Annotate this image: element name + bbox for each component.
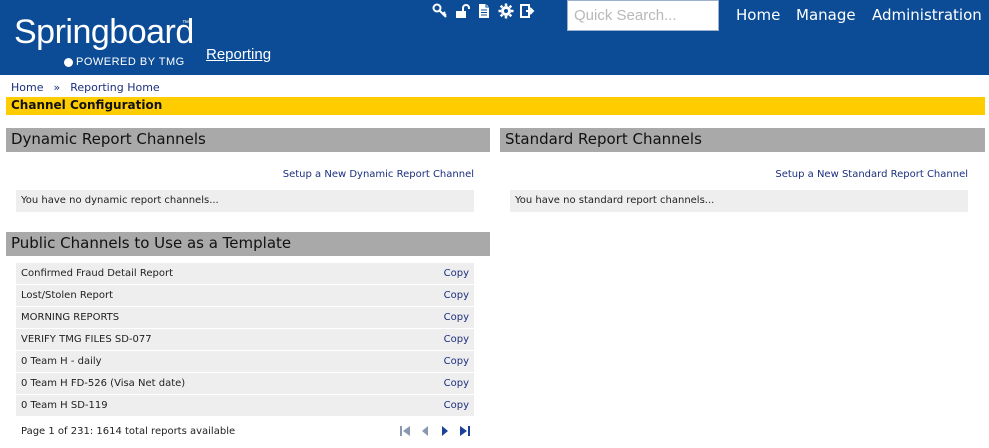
nav-administration[interactable]: Administration (872, 6, 982, 24)
copy-link[interactable]: Copy (444, 290, 469, 301)
quick-search-box (567, 0, 719, 31)
copy-link[interactable]: Copy (444, 378, 469, 389)
page-title: Channel Configuration (11, 98, 163, 112)
dynamic-channels-title: Dynamic Report Channels (11, 130, 206, 148)
template-row: 0 Team H SD-119 Copy (16, 395, 474, 416)
unlock-icon[interactable] (454, 3, 470, 19)
template-channels-title: Public Channels to Use as a Template (11, 234, 292, 252)
breadcrumb: Home » Reporting Home (11, 81, 160, 94)
template-name: 0 Team H SD-119 (21, 400, 108, 411)
first-page-icon[interactable] (399, 423, 411, 437)
template-name: MORNING REPORTS (21, 312, 120, 323)
nav-manage[interactable]: Manage (796, 6, 856, 24)
breadcrumb-home[interactable]: Home (11, 81, 43, 94)
copy-link[interactable]: Copy (444, 334, 469, 345)
standard-channels-empty: You have no standard report channels... (510, 190, 968, 212)
app-header: Springboard ™ POWERED BY TMG Reporting H… (0, 0, 989, 75)
page-title-bar: Channel Configuration (6, 97, 985, 115)
template-row: MORNING REPORTS Copy (16, 307, 474, 328)
standard-empty-message: You have no standard report channels... (515, 195, 715, 206)
logo-tagline-row: POWERED BY TMG (64, 56, 185, 68)
springboard-logo[interactable]: Springboard ™ POWERED BY TMG (14, 13, 194, 68)
reporting-nav-link[interactable]: Reporting (206, 46, 271, 63)
copy-link[interactable]: Copy (444, 400, 469, 411)
logo-tagline: POWERED BY TMG (76, 56, 185, 68)
last-page-icon[interactable] (459, 423, 471, 437)
template-row: Lost/Stolen Report Copy (16, 285, 474, 306)
prev-page-icon[interactable] (419, 423, 431, 437)
gear-icon[interactable] (498, 3, 514, 19)
setup-dynamic-channel-link[interactable]: Setup a New Dynamic Report Channel (283, 169, 474, 180)
template-name: 0 Team H FD-526 (Visa Net date) (21, 378, 186, 389)
template-row: Confirmed Fraud Detail Report Copy (16, 263, 474, 284)
dynamic-channels-empty: You have no dynamic report channels... (16, 190, 474, 212)
template-name: Confirmed Fraud Detail Report (21, 268, 174, 279)
copy-link[interactable]: Copy (444, 268, 469, 279)
setup-standard-channel-link[interactable]: Setup a New Standard Report Channel (775, 169, 968, 180)
standard-channels-header: Standard Report Channels (500, 128, 985, 152)
template-row: VERIFY TMG FILES SD-077 Copy (16, 329, 474, 350)
dynamic-empty-message: You have no dynamic report channels... (21, 195, 219, 206)
template-channels-header: Public Channels to Use as a Template (6, 232, 490, 256)
template-row: 0 Team H FD-526 (Visa Net date) Copy (16, 373, 474, 394)
logo-wordmark: Springboard (14, 13, 194, 51)
logout-icon[interactable] (520, 3, 536, 19)
pagination-status: Page 1 of 231: 1614 total reports availa… (21, 426, 236, 437)
logo-trademark: ™ (182, 20, 189, 27)
key-icon[interactable] (432, 3, 448, 19)
quick-search-input[interactable] (568, 1, 718, 30)
dynamic-channels-header: Dynamic Report Channels (6, 128, 490, 152)
breadcrumb-separator: » (53, 81, 61, 94)
next-page-icon[interactable] (439, 423, 451, 437)
standard-channels-title: Standard Report Channels (505, 130, 702, 148)
document-icon[interactable] (476, 3, 492, 19)
pagination-controls (399, 423, 471, 437)
template-name: VERIFY TMG FILES SD-077 (21, 334, 152, 345)
breadcrumb-reporting-home[interactable]: Reporting Home (70, 81, 159, 94)
toolbar-icons (432, 3, 536, 19)
copy-link[interactable]: Copy (444, 312, 469, 323)
nav-home[interactable]: Home (736, 6, 780, 24)
template-name: 0 Team H - daily (21, 356, 102, 367)
copy-link[interactable]: Copy (444, 356, 469, 367)
tmg-logo-icon (64, 57, 73, 67)
template-row: 0 Team H - daily Copy (16, 351, 474, 372)
template-name: Lost/Stolen Report (21, 290, 113, 301)
